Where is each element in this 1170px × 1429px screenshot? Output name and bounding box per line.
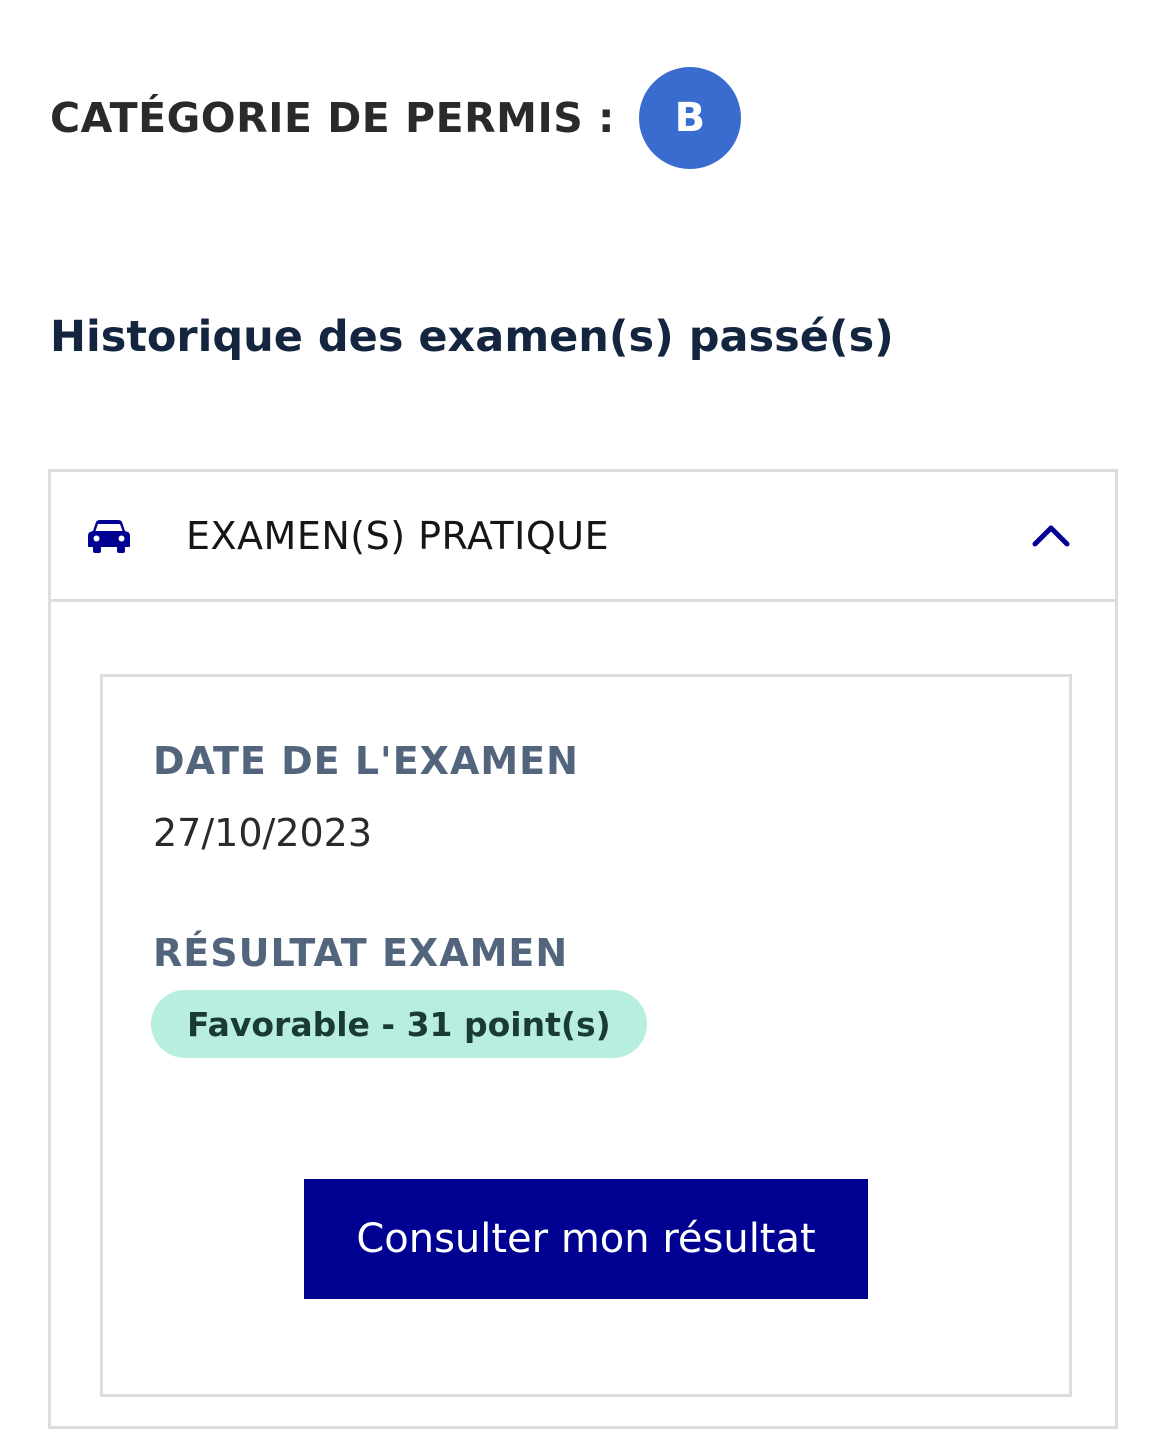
- accordion-title: EXAMEN(S) PRATIQUE: [186, 514, 610, 558]
- exam-result-badge: Favorable - 31 point(s): [151, 990, 647, 1058]
- exam-card: DATE DE L'EXAMEN 27/10/2023 RÉSULTAT EXA…: [100, 674, 1072, 1397]
- exam-history-title: Historique des examen(s) passé(s): [50, 312, 894, 362]
- license-category-label: CATÉGORIE DE PERMIS :: [50, 94, 615, 142]
- exam-result-label: RÉSULTAT EXAMEN: [153, 931, 569, 975]
- car-icon: [88, 520, 130, 553]
- consult-result-button[interactable]: Consulter mon résultat: [304, 1179, 868, 1299]
- license-category-badge: B: [638, 67, 741, 169]
- license-category-row: CATÉGORIE DE PERMIS : B: [50, 66, 741, 170]
- exam-result-value: Favorable - 31 point(s): [187, 1004, 611, 1044]
- practical-exams-accordion: EXAMEN(S) PRATIQUE DATE DE L'EXAMEN 27/1…: [48, 469, 1118, 1429]
- exam-date-label: DATE DE L'EXAMEN: [153, 739, 579, 783]
- chevron-up-icon[interactable]: [1031, 522, 1071, 548]
- accordion-header[interactable]: EXAMEN(S) PRATIQUE: [51, 472, 1115, 602]
- exam-date-value: 27/10/2023: [153, 811, 373, 855]
